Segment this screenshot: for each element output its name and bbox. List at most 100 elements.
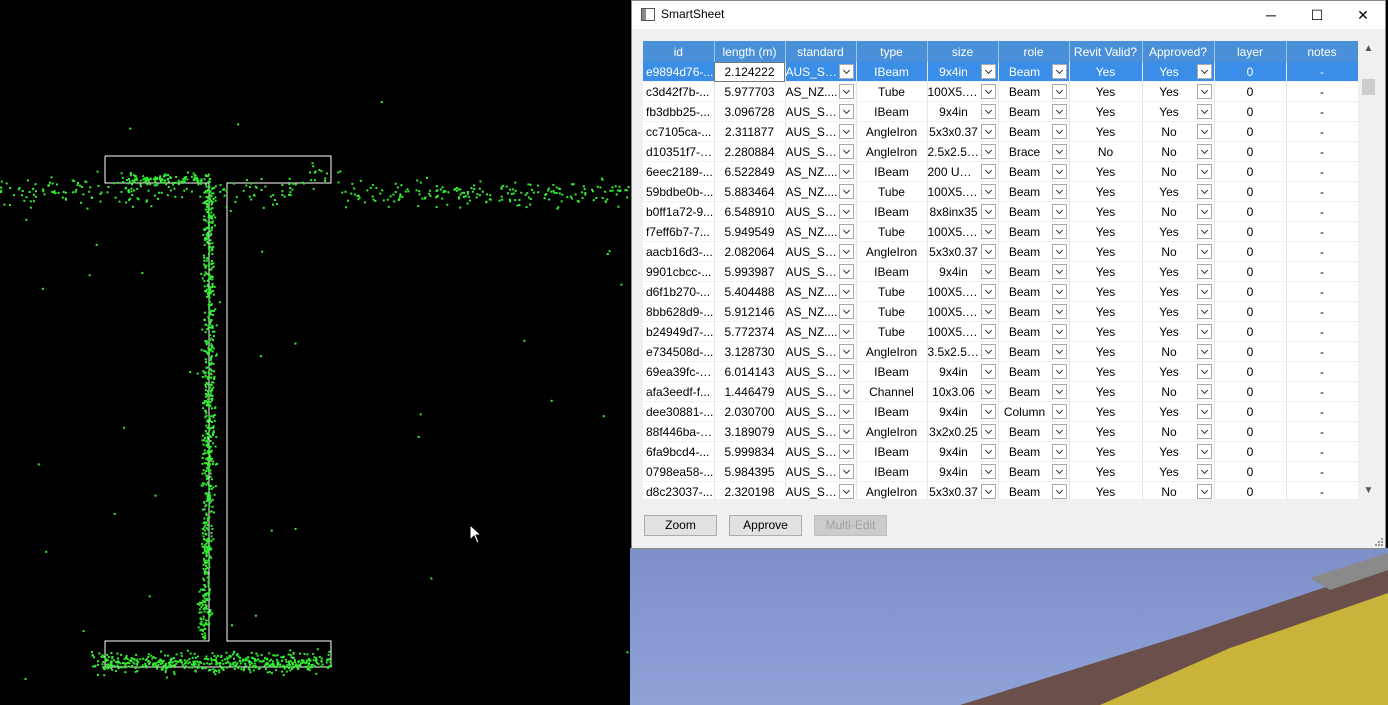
id-cell[interactable]: b0ff1a72-9...: [643, 201, 715, 222]
type-cell[interactable]: IBeam: [856, 361, 928, 382]
id-cell[interactable]: 0798ea58-...: [643, 461, 715, 482]
chevron-down-icon[interactable]: [1196, 384, 1212, 399]
revit-valid-cell[interactable]: Yes: [1069, 301, 1143, 322]
layer-cell[interactable]: 0: [1214, 181, 1287, 202]
notes-cell[interactable]: -: [1286, 101, 1358, 122]
vertical-scrollbar[interactable]: ▲ ▼: [1361, 41, 1376, 499]
revit-valid-cell[interactable]: Yes: [1069, 81, 1143, 102]
length-cell[interactable]: 3.096728: [714, 101, 786, 122]
chevron-down-icon[interactable]: [980, 104, 996, 119]
revit-valid-cell[interactable]: No: [1069, 141, 1143, 162]
chevron-down-icon[interactable]: [980, 464, 996, 479]
standard-cell[interactable]: AUS_ST...: [785, 401, 857, 422]
role-cell[interactable]: Beam: [998, 461, 1070, 482]
standard-cell[interactable]: AUS_ST...: [785, 201, 857, 222]
standard-cell[interactable]: AUS_ST...: [785, 241, 857, 262]
notes-cell[interactable]: -: [1286, 441, 1358, 462]
column-header-type[interactable]: type: [856, 41, 928, 62]
chevron-down-icon[interactable]: [1196, 164, 1212, 179]
notes-cell[interactable]: -: [1286, 421, 1358, 442]
chevron-down-icon[interactable]: [1196, 284, 1212, 299]
type-cell[interactable]: Tube: [856, 301, 928, 322]
size-cell[interactable]: 200 UB ...: [927, 161, 999, 182]
approved-cell[interactable]: Yes: [1142, 101, 1215, 122]
table-row[interactable]: 88f446ba-0... 3.189079 AUS_ST... AngleIron 3…: [643, 421, 1358, 442]
chevron-down-icon[interactable]: [1051, 324, 1067, 339]
layer-cell[interactable]: 0: [1214, 101, 1287, 122]
point-cloud-viewport[interactable]: [0, 0, 630, 705]
chevron-down-icon[interactable]: [838, 484, 854, 499]
length-cell[interactable]: 2.030700: [714, 401, 786, 422]
role-cell[interactable]: Beam: [998, 301, 1070, 322]
layer-cell[interactable]: 0: [1214, 62, 1287, 82]
chevron-down-icon[interactable]: [980, 384, 996, 399]
revit-valid-cell[interactable]: Yes: [1069, 461, 1143, 482]
table-row[interactable]: e9894d76-... 2.124222 AUS_ST... IBeam 9x4in B…: [643, 62, 1358, 82]
role-cell[interactable]: Beam: [998, 281, 1070, 302]
approved-cell[interactable]: Yes: [1142, 401, 1215, 422]
standard-cell[interactable]: AUS_ST...: [785, 62, 857, 82]
standard-cell[interactable]: AS_NZ....: [785, 281, 857, 302]
chevron-down-icon[interactable]: [980, 84, 996, 99]
scroll-thumb[interactable]: [1362, 79, 1375, 95]
chevron-down-icon[interactable]: [838, 84, 854, 99]
approved-cell[interactable]: No: [1142, 381, 1215, 402]
layer-cell[interactable]: 0: [1214, 401, 1287, 422]
size-cell[interactable]: 9x4in: [927, 62, 999, 82]
type-cell[interactable]: Channel: [856, 381, 928, 402]
role-cell[interactable]: Beam: [998, 261, 1070, 282]
revit-valid-cell[interactable]: Yes: [1069, 281, 1143, 302]
revit-valid-cell[interactable]: Yes: [1069, 241, 1143, 262]
3d-model-view[interactable]: [630, 548, 1388, 705]
type-cell[interactable]: AngleIron: [856, 421, 928, 442]
chevron-down-icon[interactable]: [838, 444, 854, 459]
size-cell[interactable]: 5x3x0.37: [927, 481, 999, 499]
length-cell[interactable]: 5.912146: [714, 301, 786, 322]
type-cell[interactable]: AngleIron: [856, 141, 928, 162]
chevron-down-icon[interactable]: [1051, 64, 1067, 79]
table-row[interactable]: b0ff1a72-9... 6.548910 AUS_ST... IBeam 8x8in…: [643, 201, 1358, 222]
length-cell[interactable]: 3.128730: [714, 341, 786, 362]
table-row[interactable]: 8bb628d9-... 5.912146 AS_NZ.... Tube 100X5.0…: [643, 301, 1358, 322]
chevron-down-icon[interactable]: [980, 124, 996, 139]
size-cell[interactable]: 100X5.0...: [927, 281, 999, 302]
type-cell[interactable]: IBeam: [856, 101, 928, 122]
notes-cell[interactable]: -: [1286, 381, 1358, 402]
layer-cell[interactable]: 0: [1214, 361, 1287, 382]
chevron-down-icon[interactable]: [1196, 64, 1212, 79]
size-cell[interactable]: 3x2x0.25: [927, 421, 999, 442]
chevron-down-icon[interactable]: [1051, 204, 1067, 219]
chevron-down-icon[interactable]: [980, 444, 996, 459]
chevron-down-icon[interactable]: [1051, 384, 1067, 399]
chevron-down-icon[interactable]: [1196, 104, 1212, 119]
revit-valid-cell[interactable]: Yes: [1069, 101, 1143, 122]
standard-cell[interactable]: AS_NZ....: [785, 81, 857, 102]
role-cell[interactable]: Beam: [998, 441, 1070, 462]
id-cell[interactable]: b24949d7-...: [643, 321, 715, 342]
id-cell[interactable]: 9901cbcc-...: [643, 261, 715, 282]
chevron-down-icon[interactable]: [1051, 184, 1067, 199]
id-cell[interactable]: fb3dbb25-...: [643, 101, 715, 122]
approved-cell[interactable]: Yes: [1142, 441, 1215, 462]
resize-grip-icon[interactable]: [1375, 538, 1383, 546]
chevron-down-icon[interactable]: [980, 224, 996, 239]
chevron-down-icon[interactable]: [1196, 124, 1212, 139]
standard-cell[interactable]: AUS_ST...: [785, 261, 857, 282]
layer-cell[interactable]: 0: [1214, 261, 1287, 282]
type-cell[interactable]: Tube: [856, 221, 928, 242]
length-cell[interactable]: 5.949549: [714, 221, 786, 242]
layer-cell[interactable]: 0: [1214, 301, 1287, 322]
chevron-down-icon[interactable]: [1051, 464, 1067, 479]
chevron-down-icon[interactable]: [838, 164, 854, 179]
role-cell[interactable]: Beam: [998, 241, 1070, 262]
chevron-down-icon[interactable]: [838, 404, 854, 419]
id-cell[interactable]: c3d42f7b-...: [643, 81, 715, 102]
table-row[interactable]: d10351f7-7... 2.280884 AUS_ST... AngleIron 2…: [643, 141, 1358, 162]
type-cell[interactable]: IBeam: [856, 401, 928, 422]
standard-cell[interactable]: AS_NZ....: [785, 161, 857, 182]
notes-cell[interactable]: -: [1286, 221, 1358, 242]
length-cell[interactable]: 5.984395: [714, 461, 786, 482]
notes-cell[interactable]: -: [1286, 401, 1358, 422]
length-cell[interactable]: 5.977703: [714, 81, 786, 102]
id-cell[interactable]: aacb16d3-...: [643, 241, 715, 262]
